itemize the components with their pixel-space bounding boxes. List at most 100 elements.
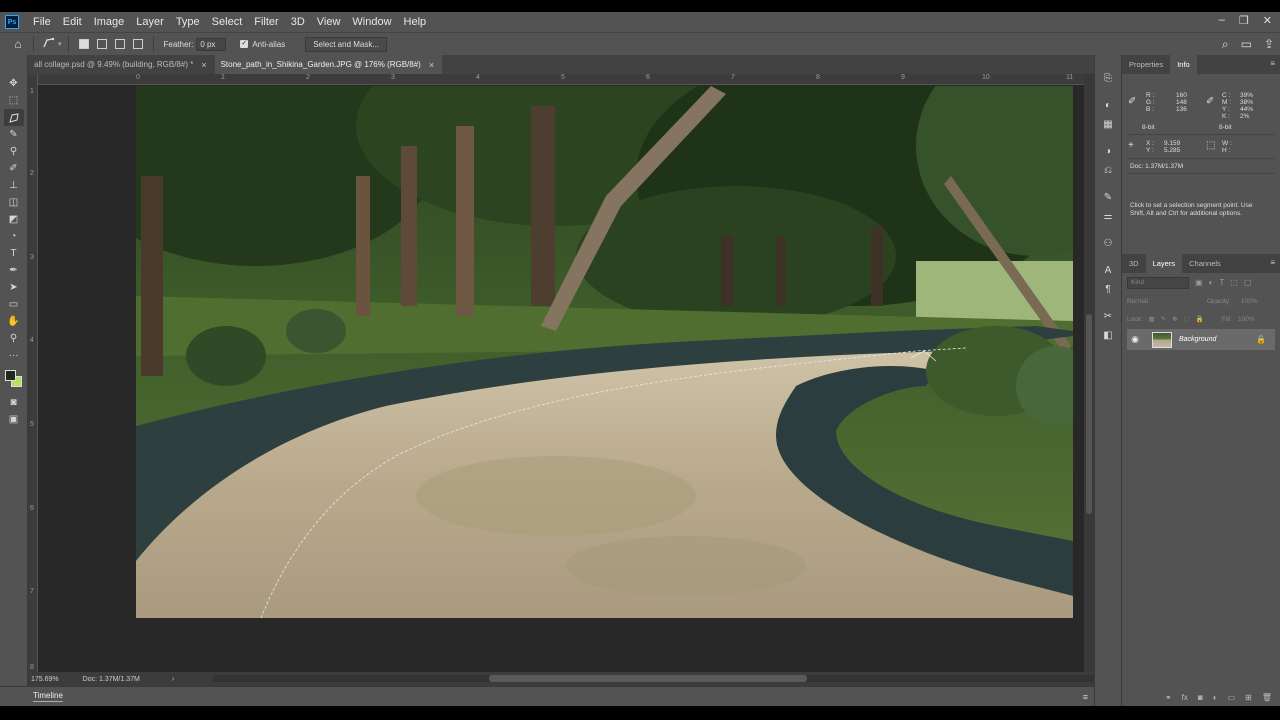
lock-artboard-icon[interactable]: ⬚ [1184, 315, 1190, 323]
menu-filter[interactable]: Filter [248, 16, 284, 28]
scroll-thumb[interactable] [1086, 314, 1092, 514]
zoom-level[interactable]: 175.69% [31, 676, 59, 683]
search-icon[interactable]: ⌕ [1222, 37, 1229, 52]
pen-tool-icon[interactable]: ✒ [4, 262, 24, 279]
menu-edit[interactable]: Edit [57, 16, 88, 28]
magnetic-lasso-preset-icon[interactable] [40, 37, 58, 52]
menu-help[interactable]: Help [398, 16, 433, 28]
history-icon[interactable]: ⎘ [1099, 69, 1117, 88]
eraser-tool-icon[interactable]: ◫ [4, 194, 24, 211]
lock-position-icon[interactable]: ✥ [1172, 315, 1177, 323]
timeline-tab[interactable]: Timeline [33, 691, 63, 702]
move-tool-icon[interactable]: ✥ [4, 75, 24, 92]
marquee-tool-icon[interactable]: ⬚ [4, 92, 24, 109]
menu-window[interactable]: Window [346, 16, 397, 28]
menu-layer[interactable]: Layer [130, 16, 170, 28]
blend-mode-select[interactable]: Normal [1127, 298, 1197, 305]
color-swatches[interactable] [3, 368, 25, 390]
tab-info[interactable]: Info [1170, 55, 1197, 74]
kind-filter-select[interactable]: Kind [1127, 276, 1189, 289]
workspace-icon[interactable]: ▭ [1241, 37, 1252, 52]
brushes-icon[interactable]: ⚌ [1099, 207, 1117, 226]
tab-properties[interactable]: Properties [1122, 55, 1170, 74]
new-layer-icon[interactable]: ⊞ [1245, 693, 1252, 702]
antialias-checkbox[interactable]: ✓ [240, 40, 249, 48]
chevron-down-icon[interactable]: ▾ [58, 40, 62, 48]
filter-type-icon[interactable]: T [1219, 278, 1224, 287]
filter-shape-icon[interactable]: ⬚ [1230, 278, 1238, 287]
clone-source-icon[interactable]: ⚇ [1099, 234, 1117, 253]
zoom-tool-icon[interactable]: ⚲ [4, 330, 24, 347]
swatches-icon[interactable]: ▦ [1099, 115, 1117, 134]
tab-layers[interactable]: Layers [1145, 254, 1183, 273]
lock-image-icon[interactable]: ✎ [1161, 315, 1166, 323]
path-selection-tool-icon[interactable]: ➤ [4, 279, 24, 296]
paragraph-icon[interactable]: ¶ [1099, 280, 1117, 299]
lock-transparent-icon[interactable]: ▦ [1149, 315, 1155, 323]
brush-tool-icon[interactable]: ✐ [4, 160, 24, 177]
menu-3d[interactable]: 3D [285, 16, 311, 28]
notes-icon[interactable]: ◧ [1099, 326, 1117, 345]
filter-pixel-icon[interactable]: ▣ [1195, 278, 1203, 287]
hand-tool-icon[interactable]: ✋ [4, 313, 24, 330]
layer-name[interactable]: Background [1179, 336, 1216, 343]
vertical-scrollbar[interactable] [1084, 74, 1094, 672]
new-group-icon[interactable]: ▭ [1228, 693, 1236, 702]
tab-3d[interactable]: 3D [1122, 254, 1146, 273]
minimize-button[interactable]: – [1219, 14, 1225, 27]
eye-icon[interactable]: ◉ [1128, 334, 1142, 345]
restore-button[interactable]: ❐ [1239, 14, 1249, 27]
tab-stone-path[interactable]: Stone_path_in_Shikina_Garden.JPG @ 176% … [214, 55, 443, 74]
lasso-tool-icon[interactable] [3, 109, 24, 126]
link-layers-icon[interactable]: ⚭ [1165, 693, 1172, 702]
feather-input[interactable]: 0 px [196, 37, 227, 51]
opacity-value[interactable]: 100% [1241, 298, 1258, 305]
gradient-tool-icon[interactable]: ◩ [4, 211, 24, 228]
rectangle-tool-icon[interactable]: ▭ [4, 296, 24, 313]
type-tool-icon[interactable]: T [4, 245, 24, 262]
more-tools-icon[interactable]: ··· [4, 347, 24, 364]
menu-file[interactable]: File [27, 16, 57, 28]
adjustments-icon[interactable]: ◑ [1099, 142, 1117, 161]
adjustment-layer-icon[interactable]: ◐ [1213, 693, 1218, 702]
horizontal-scrollbar[interactable] [213, 675, 1103, 682]
filter-adjustment-icon[interactable]: ◐ [1209, 278, 1214, 287]
character-icon[interactable]: A [1099, 261, 1117, 280]
menu-select[interactable]: Select [206, 16, 249, 28]
clone-stamp-tool-icon[interactable]: ⊥ [4, 177, 24, 194]
status-arrow-icon[interactable]: › [172, 676, 174, 683]
add-mask-icon[interactable]: ◙ [1198, 693, 1203, 702]
intersect-selection-icon[interactable] [132, 39, 143, 49]
panel-menu-icon[interactable]: ≡ [1270, 59, 1275, 68]
select-and-mask-button[interactable]: Select and Mask... [305, 36, 388, 52]
tab-channels[interactable]: Channels [1182, 254, 1228, 273]
brush-settings-icon[interactable]: ✎ [1099, 188, 1117, 207]
trash-icon[interactable]: 🗑 [1262, 693, 1272, 702]
close-button[interactable]: ✕ [1263, 14, 1272, 27]
tab-all-collage[interactable]: all collage.psd @ 9.49% (building, RGB/8… [28, 55, 215, 74]
quick-selection-tool-icon[interactable]: ✎ [4, 126, 24, 143]
fill-value[interactable]: 100% [1238, 316, 1255, 323]
scroll-thumb[interactable] [489, 675, 807, 682]
color-icon[interactable]: ◐ [1099, 96, 1117, 115]
layer-style-icon[interactable]: fx [1182, 693, 1188, 702]
libraries-icon[interactable]: ⎌ [1099, 161, 1117, 180]
menu-image[interactable]: Image [88, 16, 131, 28]
layer-row-background[interactable]: ◉ Background 🔒 [1127, 329, 1275, 350]
eyedropper-tool-icon[interactable]: ⚲ [4, 143, 24, 160]
foreground-color-swatch[interactable] [4, 370, 16, 381]
screen-mode-icon[interactable]: ▣ [4, 411, 24, 428]
close-icon[interactable]: × [429, 60, 434, 70]
quick-mask-icon[interactable]: ◙ [4, 394, 24, 411]
filter-smart-object-icon[interactable]: ▢ [1244, 278, 1252, 287]
close-icon[interactable]: × [201, 60, 206, 70]
add-to-selection-icon[interactable] [96, 39, 107, 49]
home-icon[interactable]: ⌂ [9, 37, 27, 51]
panel-menu-icon[interactable]: ≡ [1083, 692, 1088, 702]
new-selection-icon[interactable] [78, 39, 89, 49]
tool-presets-icon[interactable]: ✂ [1099, 307, 1117, 326]
document-image[interactable] [136, 86, 1073, 618]
dodge-tool-icon[interactable]: ◔ [4, 228, 24, 245]
panel-menu-icon[interactable]: ≡ [1270, 258, 1275, 267]
subtract-from-selection-icon[interactable] [114, 39, 125, 49]
